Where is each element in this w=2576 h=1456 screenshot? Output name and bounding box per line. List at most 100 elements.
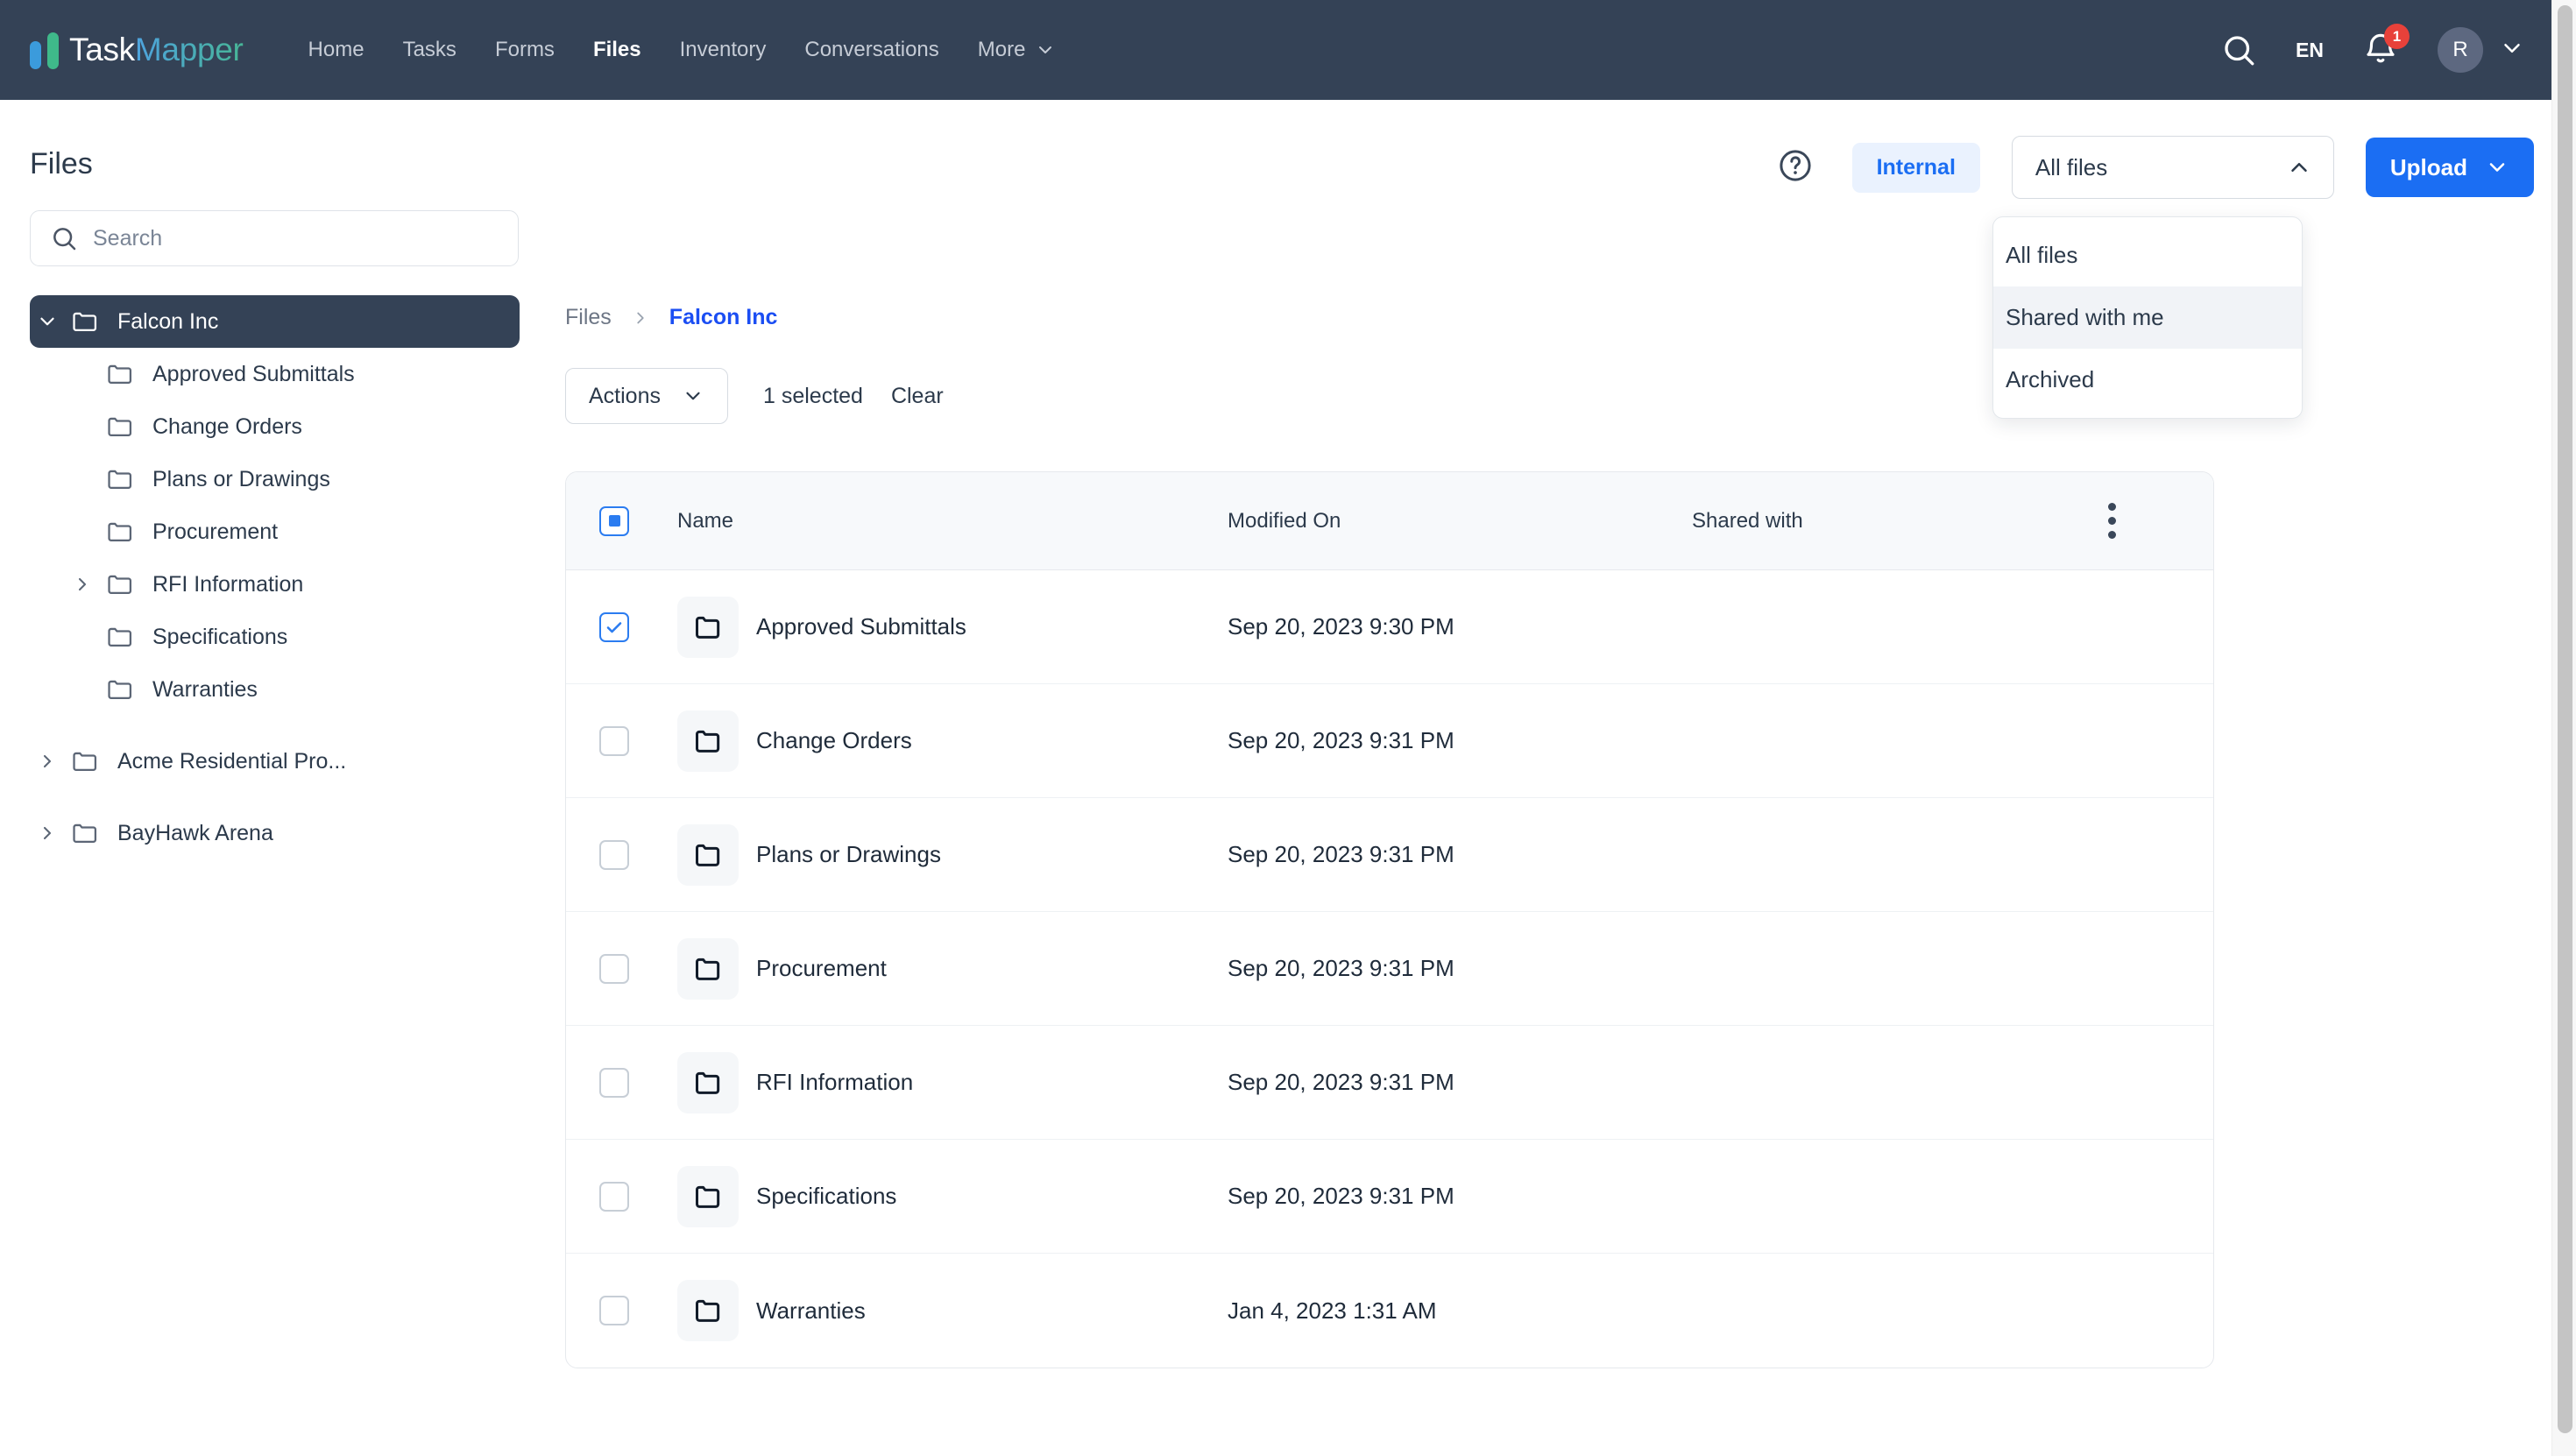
page-scrollbar[interactable] — [2551, 0, 2576, 1456]
nav-item-forms[interactable]: Forms — [476, 29, 574, 71]
file-filter-dropdown-menu: All files Shared with me Archived — [1992, 216, 2303, 419]
row-name-cell: RFI Information — [662, 1051, 1228, 1113]
selection-action-bar: Actions 1 selected Clear — [565, 368, 944, 424]
file-name-label[interactable]: Plans or Drawings — [756, 841, 941, 868]
table-header-row: Name Modified On Shared with — [566, 472, 2213, 570]
internal-chip[interactable]: Internal — [1851, 142, 1980, 193]
clear-selection-button[interactable]: Clear — [891, 384, 944, 409]
folder-icon — [100, 622, 140, 652]
row-checkbox[interactable] — [599, 839, 629, 870]
table-row[interactable]: Change Orders Sep 20, 2023 9:31 PM — [566, 684, 2213, 798]
file-filter-select[interactable]: All files — [2011, 136, 2334, 199]
file-name-label[interactable]: Change Orders — [756, 727, 912, 754]
sidebar-item-label: BayHawk Arena — [117, 820, 273, 845]
nav-item-conversations[interactable]: Conversations — [785, 29, 958, 71]
sidebar-item-approved-submittals[interactable]: Approved Submittals — [30, 348, 520, 400]
nav-item-home[interactable]: Home — [289, 29, 384, 71]
sidebar-item-bayhawk-arena[interactable]: BayHawk Arena — [30, 807, 520, 859]
sidebar-item-label: Warranties — [152, 676, 258, 702]
chevron-down-icon[interactable] — [30, 310, 65, 333]
language-selector[interactable]: EN — [2296, 39, 2324, 62]
sidebar-item-label: Change Orders — [152, 413, 302, 439]
search-input[interactable]: Search — [30, 210, 519, 266]
chevron-right-icon[interactable] — [30, 751, 65, 772]
dropdown-item-shared-with-me[interactable]: Shared with me — [1993, 286, 2302, 349]
table-row[interactable]: Warranties Jan 4, 2023 1:31 AM — [566, 1254, 2213, 1368]
notification-badge: 1 — [2384, 24, 2410, 49]
nav-item-files[interactable]: Files — [574, 29, 661, 71]
row-name-cell: Procurement — [662, 937, 1228, 1000]
row-checkbox[interactable] — [599, 1181, 629, 1212]
account-menu-button[interactable] — [2499, 35, 2525, 66]
chevron-right-icon[interactable] — [65, 574, 100, 595]
upload-button[interactable]: Upload — [2365, 138, 2534, 197]
table-row[interactable]: Procurement Sep 20, 2023 9:31 PM — [566, 912, 2213, 1026]
notifications-button[interactable]: 1 — [2362, 24, 2410, 68]
folder-icon — [677, 937, 739, 1000]
column-header-shared-with[interactable]: Shared with — [1692, 509, 2108, 534]
actions-button[interactable]: Actions — [565, 368, 728, 424]
column-header-modified-on[interactable]: Modified On — [1228, 509, 1692, 534]
sidebar-item-rfi-information[interactable]: RFI Information — [30, 558, 520, 611]
sidebar-item-change-orders[interactable]: Change Orders — [30, 400, 520, 453]
sidebar-item-label: Procurement — [152, 519, 279, 544]
folder-icon — [677, 1165, 739, 1227]
sidebar-item-falcon-inc[interactable]: Falcon Inc — [30, 295, 520, 348]
chevron-right-icon[interactable] — [30, 823, 65, 844]
sidebar-item-specifications[interactable]: Specifications — [30, 611, 520, 663]
table-row[interactable]: RFI Information Sep 20, 2023 9:31 PM — [566, 1026, 2213, 1140]
indeterminate-dash-icon — [608, 515, 620, 527]
row-checkbox[interactable] — [599, 725, 629, 756]
column-header-name[interactable]: Name — [662, 509, 1228, 534]
row-modified-on: Sep 20, 2023 9:31 PM — [1228, 955, 1454, 981]
logo-text: TaskMapper — [69, 32, 244, 68]
sidebar-item-acme-residential[interactable]: Acme Residential Pro... — [30, 735, 520, 788]
chevron-down-icon — [2504, 43, 2520, 53]
folder-icon — [677, 710, 739, 772]
question-circle-icon — [1780, 149, 1811, 181]
table-row[interactable]: Plans or Drawings Sep 20, 2023 9:31 PM — [566, 798, 2213, 912]
breadcrumb-item-current[interactable]: Falcon Inc — [669, 305, 778, 330]
file-name-label[interactable]: Approved Submittals — [756, 613, 966, 640]
folder-icon — [100, 517, 140, 547]
row-name-cell: Approved Submittals — [662, 596, 1228, 658]
select-all-cell — [566, 505, 662, 536]
sidebar-item-plans-or-drawings[interactable]: Plans or Drawings — [30, 453, 520, 505]
global-search-button[interactable] — [2220, 32, 2257, 68]
file-name-label[interactable]: Procurement — [756, 955, 887, 982]
row-checkbox[interactable] — [599, 611, 629, 642]
nav-item-tasks[interactable]: Tasks — [384, 29, 476, 71]
nav-item-inventory[interactable]: Inventory — [661, 29, 786, 71]
nav-right-cluster: EN 1 R — [2220, 0, 2551, 100]
folder-icon — [677, 823, 739, 886]
select-all-checkbox[interactable] — [599, 505, 629, 536]
sidebar-item-procurement[interactable]: Procurement — [30, 505, 520, 558]
file-name-label[interactable]: Warranties — [756, 1297, 866, 1325]
table-options-cell — [2108, 503, 2213, 539]
help-button[interactable] — [1777, 147, 1814, 188]
dropdown-item-all-files[interactable]: All files — [1993, 224, 2302, 286]
scrollbar-thumb[interactable] — [2558, 5, 2572, 1433]
table-row[interactable]: Specifications Sep 20, 2023 9:31 PM — [566, 1140, 2213, 1254]
row-select-cell — [566, 725, 662, 756]
page-title: Files — [30, 147, 93, 180]
row-checkbox[interactable] — [599, 953, 629, 984]
breadcrumb-item-files[interactable]: Files — [565, 305, 612, 330]
page-header-actions: Internal All files Upload — [1777, 136, 2534, 199]
row-select-cell — [566, 1296, 662, 1325]
app-logo[interactable]: TaskMapper — [30, 31, 244, 69]
folder-icon — [65, 818, 105, 848]
primary-nav-links: Home Tasks Forms Files Inventory Convers… — [289, 29, 1076, 71]
row-checkbox[interactable] — [599, 1067, 629, 1098]
file-name-label[interactable]: RFI Information — [756, 1069, 913, 1096]
row-modified-on: Jan 4, 2023 1:31 AM — [1228, 1297, 1437, 1324]
avatar[interactable]: R — [2438, 27, 2483, 73]
dropdown-item-archived[interactable]: Archived — [1993, 349, 2302, 411]
row-checkbox[interactable] — [599, 1296, 629, 1325]
sidebar-item-warranties[interactable]: Warranties — [30, 663, 520, 716]
more-vertical-icon[interactable] — [2108, 503, 2116, 539]
row-select-cell — [566, 1067, 662, 1098]
file-name-label[interactable]: Specifications — [756, 1183, 896, 1210]
nav-item-more[interactable]: More — [959, 29, 1076, 71]
table-row[interactable]: Approved Submittals Sep 20, 2023 9:30 PM — [566, 570, 2213, 684]
